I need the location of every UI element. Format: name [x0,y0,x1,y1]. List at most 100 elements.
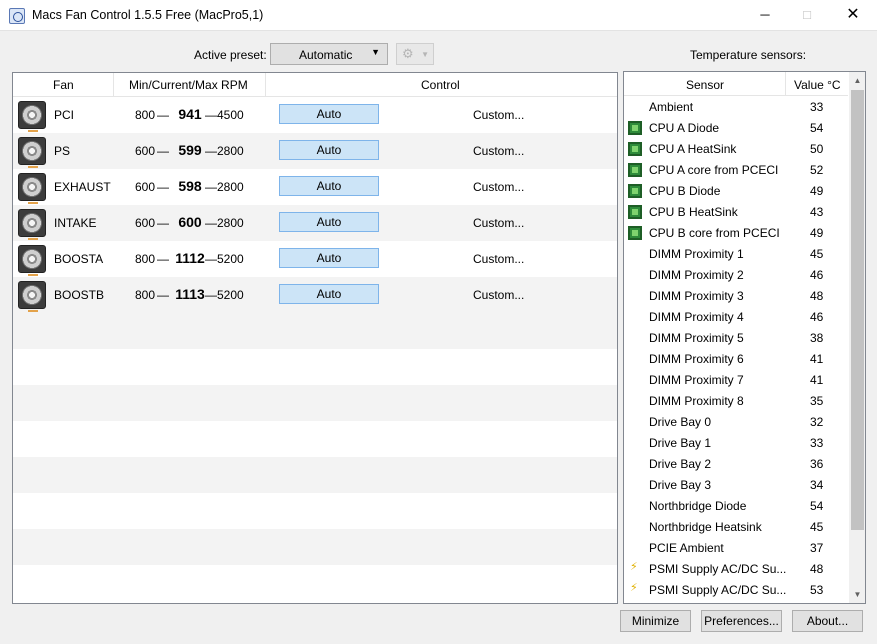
rpm-separator: — [157,180,169,194]
window-close-button[interactable]: ✕ [830,0,876,30]
empty-row [13,385,617,421]
scrollbar-thumb[interactable] [851,90,864,530]
fan-row: BOOSTB 800—1113—5200 Auto Custom... [13,277,617,313]
sensor-row[interactable]: DIMM Proximity 4 46 [624,306,848,327]
preset-settings-button[interactable]: ⚙ ▼ [396,43,434,65]
fan-name: BOOSTA [54,252,104,266]
fan-max-rpm: 2800 [217,180,244,194]
window-maximize-button[interactable]: □ [784,0,830,30]
sensor-name: PSMI Supply AC/DC Su... [649,583,787,597]
sensor-row[interactable]: Drive Bay 2 36 [624,453,848,474]
chevron-down-icon: ▼ [421,50,429,59]
sensor-row[interactable]: DIMM Proximity 7 41 [624,369,848,390]
sensor-row[interactable]: DIMM Proximity 6 41 [624,348,848,369]
column-divider[interactable] [785,72,786,95]
sensor-name: Drive Bay 1 [649,436,712,450]
fan-name: EXHAUST [54,180,111,194]
temperature-sensors-label: Temperature sensors: [690,48,807,62]
fan-icon [18,137,46,168]
rpm-separator: — [205,288,217,302]
sensor-name: CPU A core from PCECI [649,163,779,177]
fan-min-rpm: 800 [134,252,155,266]
sensor-row[interactable]: Drive Bay 0 32 [624,411,848,432]
empty-row [13,313,617,349]
sensor-row[interactable]: Northbridge Diode 54 [624,495,848,516]
scroll-up-icon[interactable]: ▲ [849,72,865,89]
chip-icon [628,184,642,198]
custom-control-button[interactable]: Custom... [473,108,524,122]
fan-min-rpm: 800 [134,108,155,122]
rpm-separator: — [205,144,217,158]
auto-control-button[interactable]: Auto [279,248,379,268]
preferences-button[interactable]: Preferences... [701,610,782,632]
sensor-row[interactable]: CPU B HeatSink 43 [624,201,848,222]
auto-control-button[interactable]: Auto [279,140,379,160]
sensor-name: DIMM Proximity 2 [649,268,744,282]
sensor-row[interactable]: Ambient 33 [624,96,848,117]
fan-row: INTAKE 600—600—2800 Auto Custom... [13,205,617,241]
sensor-value: 36 [810,457,824,471]
minimize-button[interactable]: Minimize [620,610,691,632]
sensor-name: CPU B Diode [649,184,721,198]
sensor-name: CPU A HeatSink [649,142,737,156]
column-divider[interactable] [265,73,266,96]
preset-dropdown-value: Automatic [299,48,353,62]
window-title: Macs Fan Control 1.5.5 Free (MacPro5,1) [32,8,264,22]
rpm-separator: — [205,180,217,194]
fan-icon [18,209,46,240]
sensor-name: Drive Bay 2 [649,457,712,471]
sensor-scrollbar[interactable]: ▲ ▼ [849,72,865,603]
auto-control-button[interactable]: Auto [279,212,379,232]
sensor-row[interactable]: DIMM Proximity 8 35 [624,390,848,411]
sensor-row[interactable]: DIMM Proximity 2 46 [624,264,848,285]
sensor-value: 33 [810,100,824,114]
chip-icon [628,226,642,240]
sensor-row[interactable]: Drive Bay 1 33 [624,432,848,453]
value-column-header: Value °C [794,78,841,92]
sensor-row[interactable]: Northbridge Heatsink 45 [624,516,848,537]
scroll-down-icon[interactable]: ▼ [849,586,865,603]
sensor-name: PCIE Ambient [649,541,724,555]
sensor-row[interactable]: ⚡ PSMI Supply AC/DC Su... 48 [624,558,848,579]
sensor-row[interactable]: DIMM Proximity 5 38 [624,327,848,348]
auto-control-button[interactable]: Auto [279,104,379,124]
sensor-row[interactable]: CPU A core from PCECI 52 [624,159,848,180]
app-icon [9,8,25,24]
sensor-row[interactable]: DIMM Proximity 1 45 [624,243,848,264]
column-divider[interactable] [113,73,114,96]
sensor-row[interactable]: CPU A Diode 54 [624,117,848,138]
sensor-row[interactable]: DIMM Proximity 3 48 [624,285,848,306]
empty-row [13,457,617,493]
window-minimize-button[interactable]: ─ [742,0,788,30]
sensor-value: 49 [810,226,824,240]
sensor-value: 45 [810,520,824,534]
custom-control-button[interactable]: Custom... [473,288,524,302]
custom-control-button[interactable]: Custom... [473,216,524,230]
about-button[interactable]: About... [792,610,863,632]
fan-table: Fan Min/Current/Max RPM Control PCI 800—9… [12,72,618,604]
sensor-name: Drive Bay 3 [649,478,712,492]
sensor-name: CPU A Diode [649,121,720,135]
sensor-row[interactable]: Drive Bay 3 34 [624,474,848,495]
custom-control-button[interactable]: Custom... [473,180,524,194]
rpm-separator: — [205,252,217,266]
sensor-row[interactable]: PCIE Ambient 37 [624,537,848,558]
sensor-row[interactable]: CPU B core from PCECI 49 [624,222,848,243]
custom-control-button[interactable]: Custom... [473,252,524,266]
sensor-row[interactable]: CPU B Diode 49 [624,180,848,201]
sensor-value: 41 [810,352,824,366]
custom-control-button[interactable]: Custom... [473,144,524,158]
sensor-table-header: Sensor Value °C [624,72,848,96]
auto-control-button[interactable]: Auto [279,284,379,304]
fan-min-rpm: 600 [134,216,155,230]
gear-icon: ⚙ [402,46,414,61]
sensor-value: 46 [810,268,824,282]
auto-control-button[interactable]: Auto [279,176,379,196]
sensor-row[interactable]: ⚡ PSMI Supply AC/DC Su... 53 [624,579,848,600]
active-preset-label: Active preset: [194,48,267,62]
sensor-row[interactable]: CPU A HeatSink 50 [624,138,848,159]
fan-name: BOOSTB [54,288,105,302]
sensor-value: 41 [810,373,824,387]
preset-dropdown[interactable]: Automatic ▼ [270,43,388,65]
empty-row [13,529,617,565]
